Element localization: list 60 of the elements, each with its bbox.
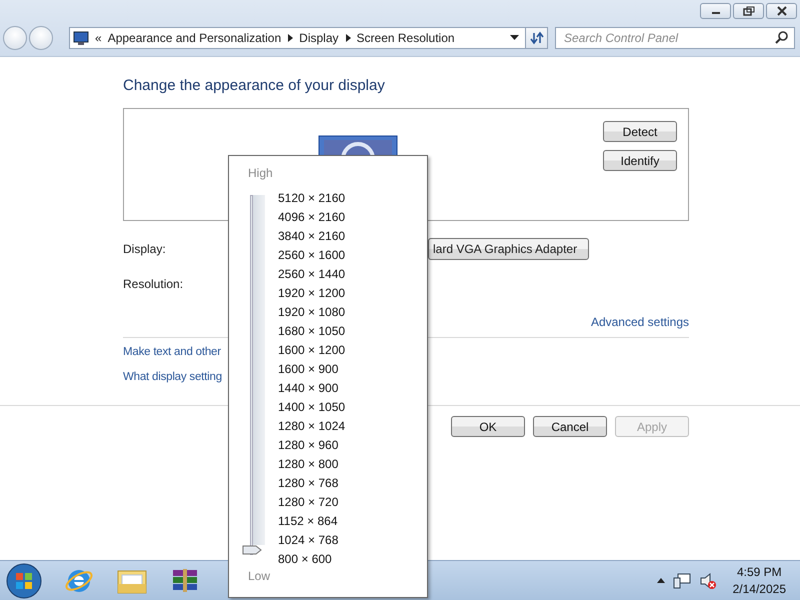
resolution-option[interactable]: 1600 × 1200 (278, 341, 346, 360)
breadcrumb-item[interactable]: Display (299, 30, 339, 44)
dropdown-arrow-icon[interactable] (510, 34, 519, 40)
resolution-option[interactable]: 1280 × 720 (278, 493, 346, 512)
display-label: Display: (123, 242, 167, 256)
resolution-option[interactable]: 4096 × 2160 (278, 208, 346, 227)
separator-arrow-icon[interactable] (344, 34, 351, 42)
refresh-icon (530, 30, 544, 44)
ok-button[interactable]: OK (451, 416, 525, 437)
resolution-option[interactable]: 5120 × 2160 (278, 189, 346, 208)
clock-date[interactable]: 2/14/2025 (732, 580, 786, 598)
breadcrumb-item[interactable]: Appearance and Personalization (108, 30, 282, 44)
breadcrumb-item[interactable]: Screen Resolution (356, 30, 455, 44)
resolution-option[interactable]: 2560 × 1440 (278, 265, 346, 284)
resolution-option[interactable]: 1920 × 1080 (278, 303, 346, 322)
help-link[interactable]: Make text and other (123, 346, 221, 371)
chevron-text[interactable]: « (95, 30, 102, 44)
address-field[interactable]: « Appearance and Personalization Display Screen Resolution (69, 26, 526, 48)
resolution-option[interactable]: 800 × 600 (278, 550, 346, 569)
resolution-option[interactable]: 1280 × 768 (278, 474, 346, 493)
minimize-button[interactable] (700, 3, 731, 19)
muted-speaker-icon[interactable] (698, 572, 717, 590)
resolution-option[interactable]: 1280 × 800 (278, 455, 346, 474)
low-label: Low (247, 569, 272, 585)
display-dropdown[interactable]: lard VGA Graphics Adapter (428, 238, 589, 260)
cancel-button[interactable]: Cancel (533, 416, 607, 437)
resolution-option[interactable]: 1680 × 1050 (278, 322, 346, 341)
search-field[interactable]: Search Control Panel (555, 26, 795, 48)
resolution-option[interactable]: 1920 × 1200 (278, 284, 346, 303)
resolution-option[interactable]: 1440 × 900 (278, 379, 346, 398)
restore-icon (742, 6, 754, 16)
separator-arrow-icon[interactable] (287, 34, 294, 42)
close-button[interactable] (766, 3, 797, 19)
resolution-label: Resolution: (123, 276, 184, 290)
start-orb-icon[interactable] (6, 562, 42, 598)
refresh-button[interactable] (526, 26, 548, 48)
clock-time[interactable]: 4:59 PM (736, 564, 782, 580)
search-input[interactable]: Search Control Panel (564, 30, 764, 44)
show-hidden-icons-arrow-icon[interactable] (656, 578, 665, 583)
detect-button[interactable]: Detect (603, 121, 677, 142)
resolution-option[interactable]: 1400 × 1050 (278, 398, 346, 417)
resolution-option[interactable]: 1280 × 960 (278, 436, 346, 455)
resolution-option[interactable]: 1024 × 768 (278, 531, 346, 550)
advanced-settings-link[interactable]: Advanced settings (590, 315, 689, 329)
resolution-option[interactable]: 1600 × 900 (278, 360, 346, 379)
restore-button[interactable] (733, 3, 764, 19)
resolution-option[interactable]: 3840 × 2160 (278, 227, 346, 246)
help-link[interactable]: What display setting (123, 371, 222, 396)
display-dropdown-value: lard VGA Graphics Adapter (433, 242, 578, 256)
resolution-option[interactable]: 2560 × 1600 (278, 246, 346, 265)
network-icon[interactable] (672, 572, 691, 590)
page-heading: Change the appearance of your display (123, 77, 386, 96)
search-icon[interactable] (775, 31, 788, 44)
slider-thumb[interactable] (242, 545, 262, 555)
resolution-option[interactable]: 1280 × 1024 (278, 417, 346, 436)
identify-button[interactable]: Identify (603, 150, 677, 171)
computer-icon (73, 30, 89, 44)
close-icon (776, 6, 788, 16)
resolution-option[interactable]: 1152 × 864 (278, 512, 346, 531)
high-label: High (247, 166, 274, 182)
